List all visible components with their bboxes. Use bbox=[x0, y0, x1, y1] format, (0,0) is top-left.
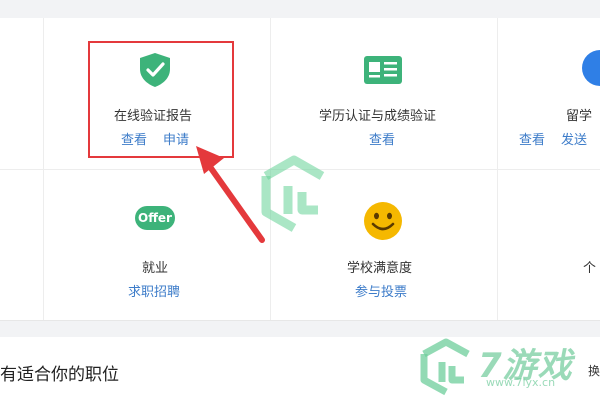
right-partial-title: 个 bbox=[583, 261, 597, 276]
watermark-url: www.7lyx.cn bbox=[486, 376, 556, 389]
employment-jobs-link[interactable]: 求职招聘 bbox=[128, 281, 180, 300]
study-abroad-view-link[interactable]: 查看 bbox=[519, 129, 545, 148]
education-verify-title: 学历认证与成绩验证 bbox=[319, 109, 437, 124]
school-satisfaction-title: 学校满意度 bbox=[347, 261, 413, 276]
smiley-icon bbox=[364, 202, 402, 240]
watermark-logo-icon bbox=[261, 155, 325, 232]
watermark-brand-logo-icon bbox=[420, 338, 470, 396]
refresh-link[interactable]: 换 bbox=[588, 362, 600, 379]
study-abroad-icon bbox=[582, 50, 600, 86]
study-abroad-send-link[interactable]: 发送 bbox=[561, 129, 587, 148]
education-verify-view-link[interactable]: 查看 bbox=[369, 129, 395, 148]
job-suggestion-heading: 有适合你的职位 bbox=[0, 365, 119, 385]
id-card-icon bbox=[364, 56, 402, 84]
employment-title: 就业 bbox=[142, 261, 169, 276]
school-satisfaction-vote-link[interactable]: 参与投票 bbox=[355, 281, 407, 300]
study-abroad-title: 留学 bbox=[566, 109, 593, 124]
offer-badge-icon: Offer bbox=[135, 206, 175, 230]
